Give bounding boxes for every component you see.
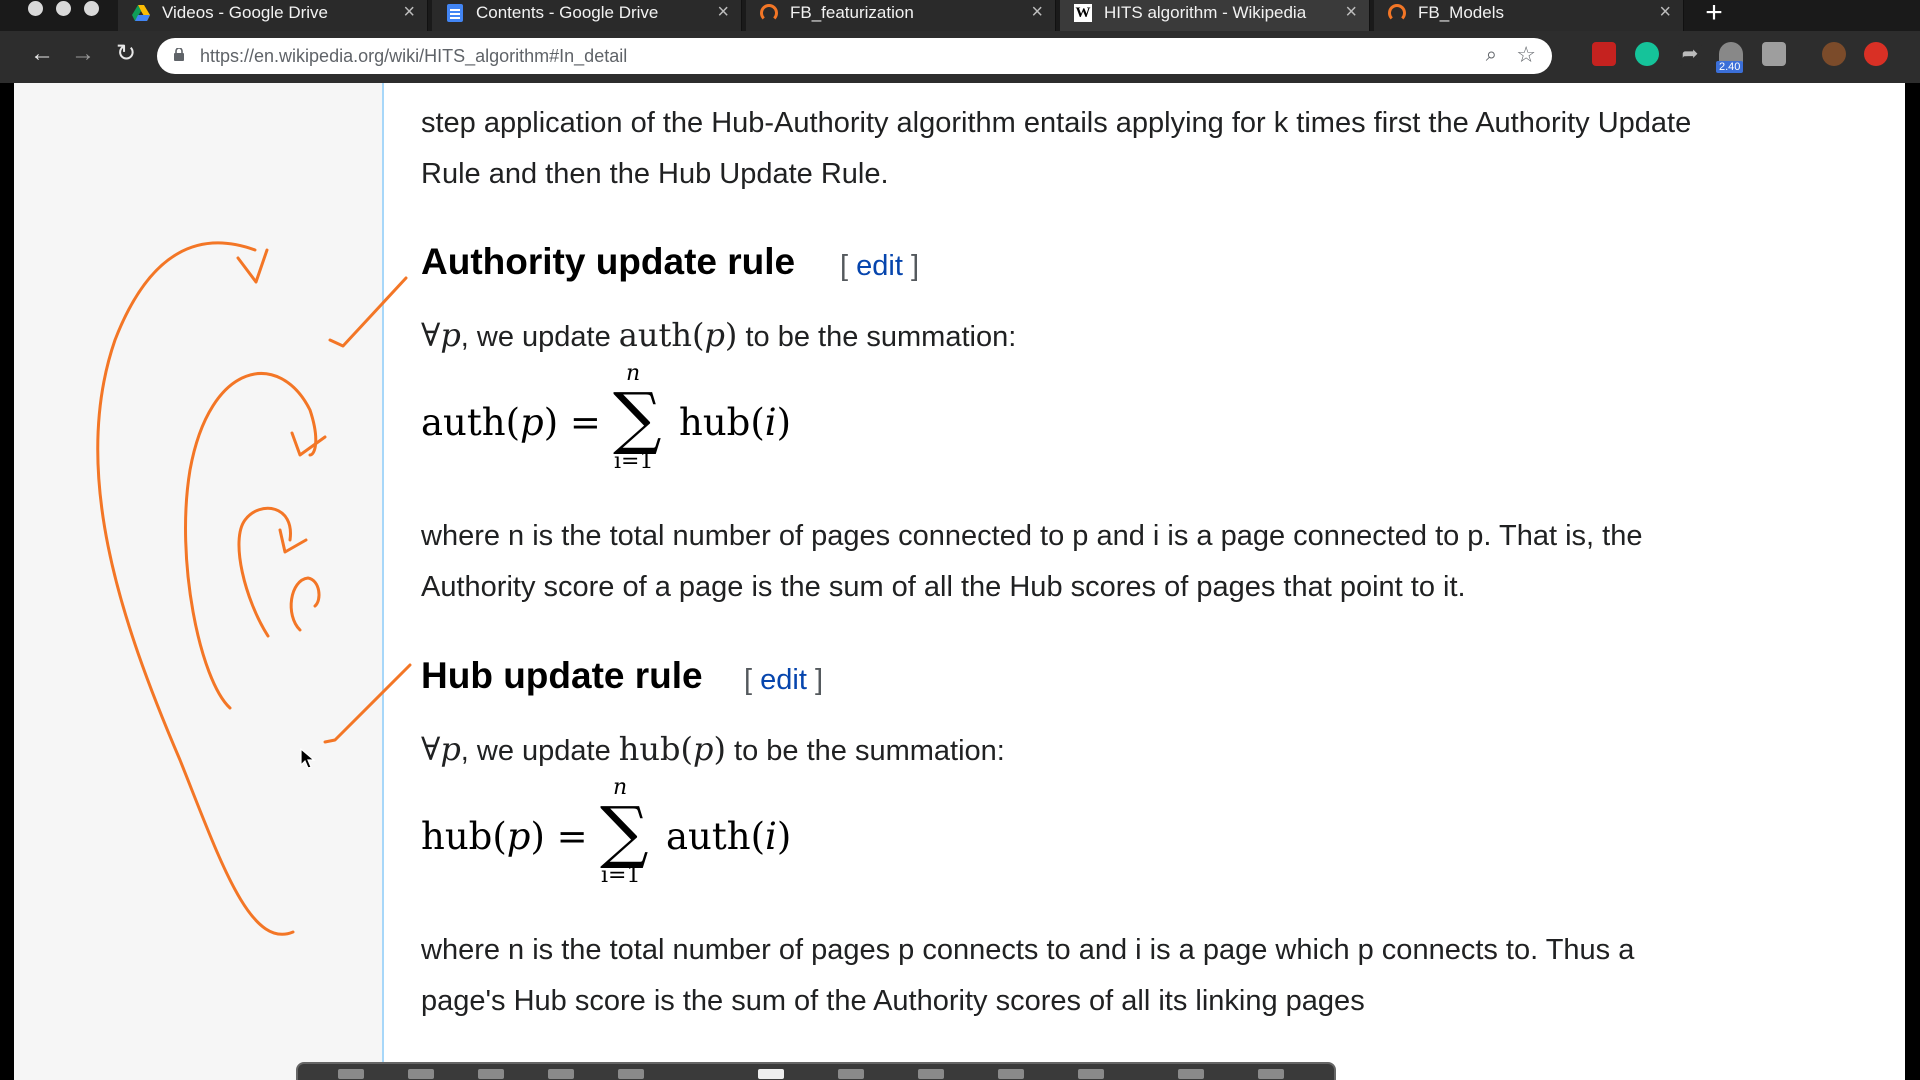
tab-hits-algorithm-wikipedia[interactable]: W HITS algorithm - Wikipedia × [1060,0,1370,31]
bookmark-star-icon[interactable]: ☆ [1516,42,1536,68]
whiteboard-tool-icon[interactable] [758,1069,784,1079]
window-maximize-button[interactable] [84,1,99,16]
authority-description: where n is the total number of pages con… [421,520,1643,603]
authority-formula: auth(p) = n ∑ i=1 hub(i) [421,361,792,474]
tab-fb-featurization[interactable]: FB_featurization × [746,0,1056,31]
tab-contents-google-drive[interactable]: Contents - Google Drive × [432,0,742,31]
grammarly-extension-icon[interactable] [1635,42,1659,66]
highlighter-tool-icon[interactable] [408,1069,434,1079]
close-tab-icon[interactable]: × [1031,1,1043,23]
hub-update-rule-heading: Hub update rule [421,655,703,696]
close-toolbar-icon[interactable] [1258,1069,1284,1079]
window-close-button[interactable] [28,1,43,16]
hub-formula: hub(p) = n ∑ i=1 auth(i) [421,775,792,888]
profile-avatar[interactable] [1822,42,1846,66]
google-drive-icon [132,4,150,22]
annotation-toolbar [296,1062,1336,1080]
hub-description: where n is the total number of pages p c… [421,934,1635,1017]
close-tab-icon[interactable]: × [1659,1,1671,23]
settings-tool-icon[interactable] [1078,1069,1104,1079]
shape-tool-icon[interactable] [548,1069,574,1079]
reload-icon[interactable]: ↻ [111,39,141,69]
wikipedia-icon: W [1074,4,1092,22]
jupyter-icon [1388,4,1406,22]
edit-section-link[interactable]: [ edit ] [744,664,823,697]
edit-section-link[interactable]: [ edit ] [840,250,919,283]
google-docs-icon [446,4,464,22]
extension-badge: 2.40 [1716,61,1744,73]
close-tab-icon[interactable]: × [1345,1,1357,23]
mouse-cursor-icon [300,748,316,769]
new-tab-button[interactable]: + [1697,0,1731,28]
pen-tool-icon[interactable] [338,1069,364,1079]
sum-symbol: ∑ [613,379,662,458]
share-extension-icon[interactable]: ➦ [1678,42,1702,66]
window-edge [0,83,14,1080]
minimize-toolbar-icon[interactable] [1178,1069,1204,1079]
close-tab-icon[interactable]: × [403,1,415,23]
spotlight-tool-icon[interactable] [998,1069,1024,1079]
sum-symbol: ∑ [600,793,649,872]
gmail-extension-icon[interactable] [1592,42,1616,66]
lock-icon [174,48,184,61]
content-border [382,83,384,1080]
sidebar [14,83,382,1080]
browser-toolbar: ← → ↻ https://en.wikipedia.org/wiki/HITS… [0,31,1920,83]
authority-update-rule-heading: Authority update rule [421,241,796,282]
eraser-tool-icon[interactable] [478,1069,504,1079]
record-tool-icon[interactable] [918,1069,944,1079]
line-tool-icon[interactable] [838,1069,864,1079]
tab-strip: Videos - Google Drive × Contents - Googl… [0,0,1920,31]
hub-intro-line: ∀p, we update hub(p) to be the summation… [421,730,1005,768]
tab-fb-models[interactable]: FB_Models × [1374,0,1684,31]
close-tab-icon[interactable]: × [717,1,729,23]
url-text[interactable]: https://en.wikipedia.org/wiki/HITS_algor… [200,46,627,67]
window-minimize-button[interactable] [56,1,71,16]
intro-paragraph: step application of the Hub-Authority al… [421,107,1692,190]
jupyter-icon [760,4,778,22]
forward-arrow-icon[interactable]: → [68,39,98,69]
update-extension-icon[interactable] [1864,42,1888,66]
authority-intro-line: ∀p, we update auth(p) to be the summatio… [421,316,1017,354]
address-bar[interactable]: https://en.wikipedia.org/wiki/HITS_algor… [157,38,1552,74]
window-edge [1905,83,1920,1080]
back-arrow-icon[interactable]: ← [27,39,57,69]
wikipedia-page: step application of the Hub-Authority al… [14,83,1905,1080]
zoom-icon[interactable]: ⌕ [1486,44,1497,67]
facebook-extension-icon[interactable] [1762,42,1786,66]
color-tool-icon[interactable] [618,1069,644,1079]
tab-videos-google-drive[interactable]: Videos - Google Drive × [118,0,428,31]
